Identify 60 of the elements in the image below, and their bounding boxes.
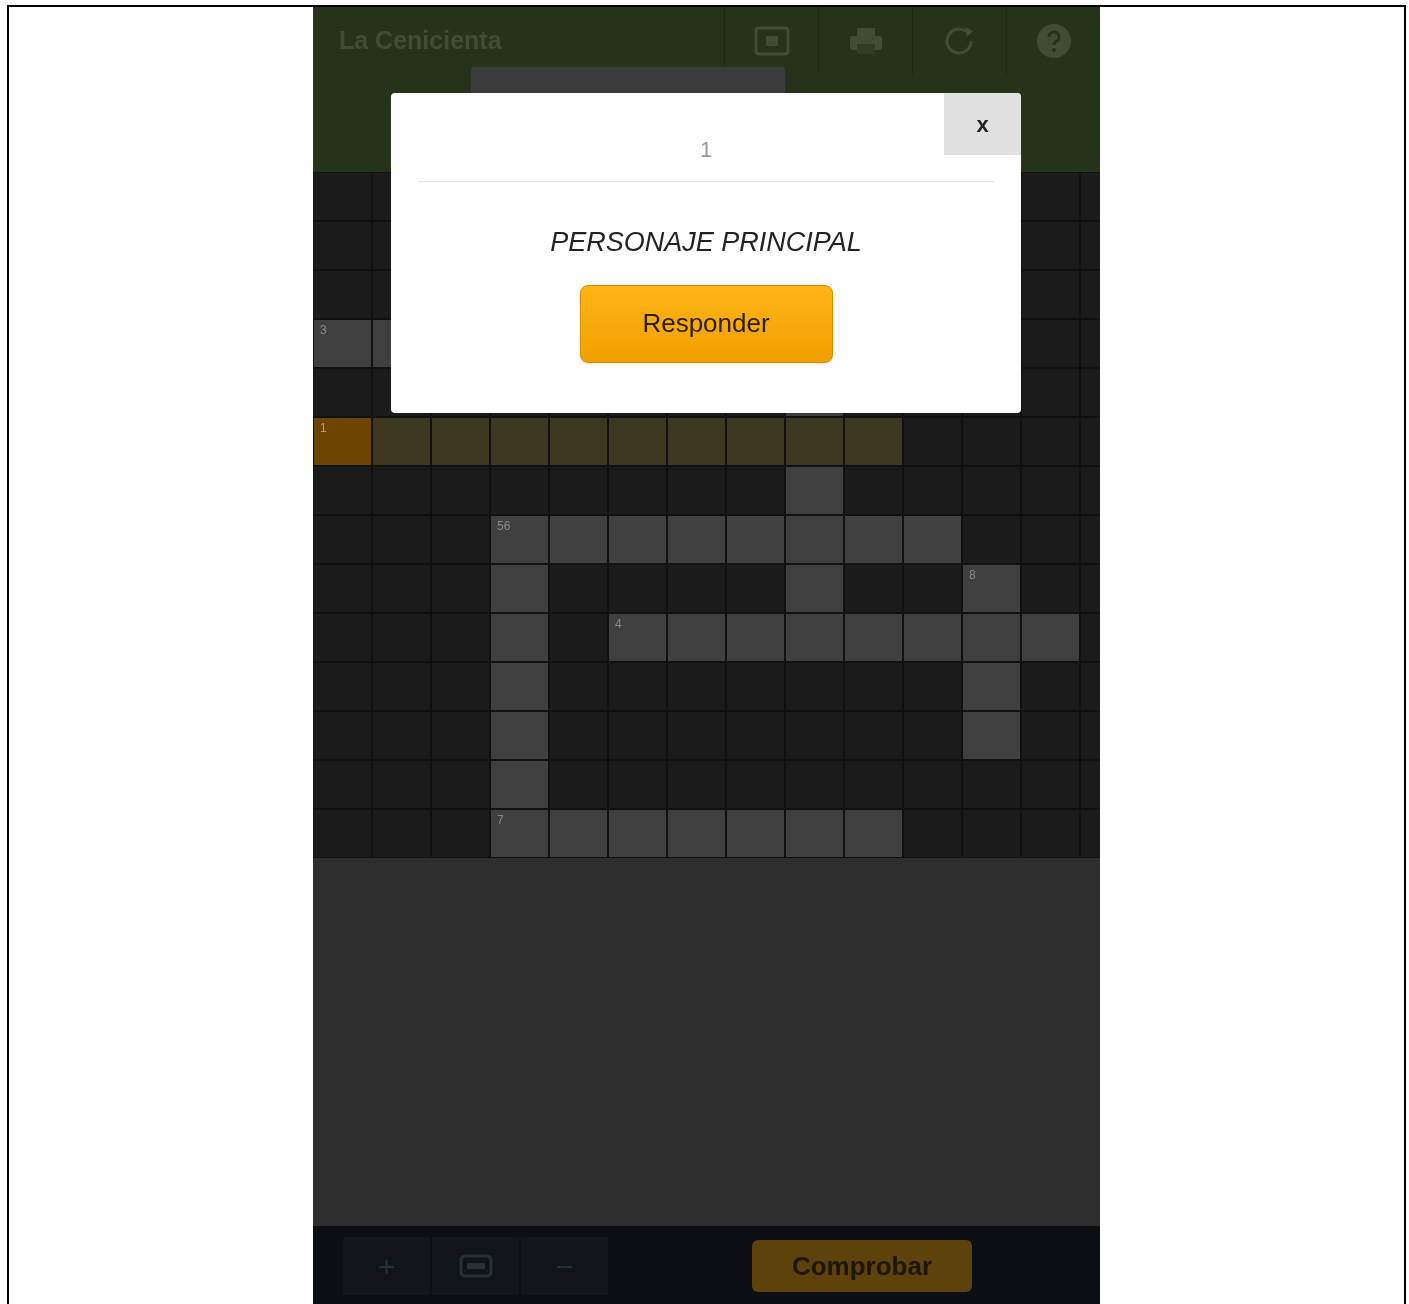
- highlighted-cell[interactable]: [608, 417, 667, 466]
- crossword-cell[interactable]: [667, 613, 726, 662]
- crossword-cell[interactable]: [490, 564, 549, 613]
- crossword-cell[interactable]: 8: [962, 564, 1021, 613]
- close-button[interactable]: x: [944, 93, 1021, 155]
- crossword-cell[interactable]: [726, 809, 785, 858]
- crossword-cell[interactable]: [1021, 613, 1080, 662]
- crossword-cell[interactable]: [962, 613, 1021, 662]
- keyboard-icon: [458, 1254, 493, 1278]
- highlighted-cell[interactable]: [431, 417, 490, 466]
- clue-number: 4: [615, 617, 622, 631]
- highlighted-cell[interactable]: [726, 417, 785, 466]
- crossword-cell[interactable]: [608, 809, 667, 858]
- clue-number: 3: [320, 323, 327, 337]
- crossword-cell[interactable]: 56: [490, 515, 549, 564]
- crossword-cell[interactable]: [785, 613, 844, 662]
- crossword-cell[interactable]: [903, 613, 962, 662]
- clue-number: 56: [497, 519, 511, 533]
- crossword-cell[interactable]: [549, 809, 608, 858]
- crossword-cell[interactable]: [608, 515, 667, 564]
- highlighted-cell[interactable]: [844, 417, 903, 466]
- crossword-cell[interactable]: [667, 515, 726, 564]
- highlighted-cell[interactable]: [667, 417, 726, 466]
- clue-text: PERSONAJE PRINCIPAL: [550, 226, 862, 259]
- crossword-cell[interactable]: [667, 809, 726, 858]
- highlighted-cell[interactable]: [372, 417, 431, 466]
- crossword-cell[interactable]: [549, 515, 608, 564]
- clue-number: 7: [497, 813, 504, 827]
- crossword-cell[interactable]: [903, 515, 962, 564]
- highlighted-cell[interactable]: [549, 417, 608, 466]
- clue-number: 1: [320, 421, 327, 435]
- answer-button[interactable]: Responder: [579, 284, 833, 363]
- crossword-cell[interactable]: [844, 515, 903, 564]
- crossword-cell[interactable]: 3: [313, 319, 372, 368]
- fullscreen-icon[interactable]: [753, 26, 790, 56]
- crossword-cell[interactable]: [490, 662, 549, 711]
- crossword-cell[interactable]: 4: [608, 613, 667, 662]
- printer-icon[interactable]: [847, 26, 884, 56]
- crossword-cell[interactable]: 7: [490, 809, 549, 858]
- help-icon[interactable]: [1035, 23, 1072, 59]
- crossword-cell[interactable]: [785, 515, 844, 564]
- crossword-cell[interactable]: [962, 711, 1021, 760]
- highlighted-cell[interactable]: [785, 417, 844, 466]
- crossword-cell[interactable]: [490, 613, 549, 662]
- crossword-cell[interactable]: [785, 466, 844, 515]
- clue-number: 1: [699, 137, 713, 163]
- check-button[interactable]: Comprobar: [752, 1240, 972, 1292]
- active-cell[interactable]: 1: [313, 417, 372, 466]
- crossword-cell[interactable]: [785, 564, 844, 613]
- crossword-cell[interactable]: [844, 809, 903, 858]
- crossword-cell[interactable]: [726, 613, 785, 662]
- crossword-cell[interactable]: [490, 760, 549, 809]
- clue-number: 8: [969, 568, 976, 582]
- crossword-cell[interactable]: [844, 613, 903, 662]
- crossword-cell[interactable]: [490, 711, 549, 760]
- keyboard-button[interactable]: [432, 1237, 519, 1295]
- crossword-cell[interactable]: [726, 515, 785, 564]
- crossword-cell[interactable]: [785, 809, 844, 858]
- highlighted-cell[interactable]: [490, 417, 549, 466]
- crossword-cell[interactable]: [962, 662, 1021, 711]
